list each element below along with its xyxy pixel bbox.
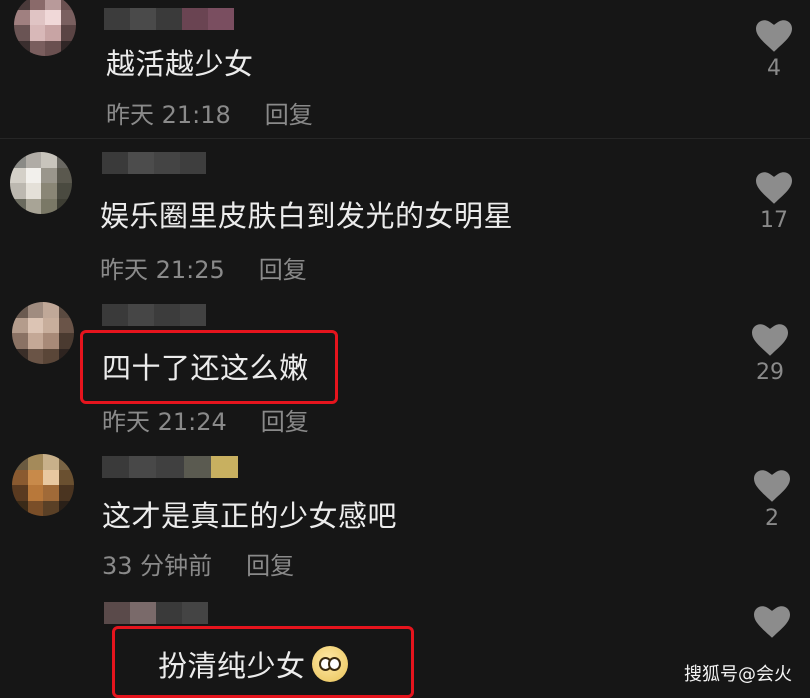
- username-blurred[interactable]: [102, 152, 206, 174]
- heart-icon: [754, 606, 790, 638]
- like-count: 2: [765, 506, 779, 531]
- heart-icon: [756, 172, 792, 204]
- heart-icon: [756, 20, 792, 52]
- watermark: 搜狐号@会火: [684, 664, 792, 685]
- like-button[interactable]: [750, 606, 794, 638]
- comment-meta: 昨天 21:24 回复: [102, 402, 309, 437]
- comment-text-content: 扮清纯少女: [158, 649, 306, 683]
- username-blurred[interactable]: [102, 304, 206, 326]
- comment-text: 扮清纯少女: [158, 646, 348, 684]
- username-blurred[interactable]: [102, 456, 239, 478]
- divider: [0, 138, 810, 139]
- comment-time: 昨天 21:18: [106, 101, 231, 129]
- avatar[interactable]: [12, 302, 74, 364]
- comment-time: 昨天 21:24: [102, 408, 227, 436]
- comment-time: 33 分钟前: [102, 552, 213, 580]
- like-button[interactable]: 2: [750, 470, 794, 531]
- username-blurred[interactable]: [104, 8, 234, 30]
- reply-button[interactable]: 回复: [261, 408, 309, 436]
- avatar[interactable]: [14, 0, 76, 56]
- pleading-face-emoji: [311, 646, 348, 682]
- comment-item: 娱乐圈里皮肤白到发光的女明星 昨天 21:25 回复 17: [0, 140, 810, 290]
- like-count: 29: [756, 360, 784, 385]
- comment-meta: 昨天 21:18 回复: [106, 95, 313, 130]
- avatar[interactable]: [12, 454, 74, 516]
- username-blurred[interactable]: [104, 602, 208, 624]
- reply-button[interactable]: 回复: [246, 552, 294, 580]
- like-button[interactable]: 17: [752, 172, 796, 233]
- like-count: 4: [767, 56, 781, 81]
- heart-icon: [752, 324, 788, 356]
- reply-button[interactable]: 回复: [259, 256, 307, 284]
- heart-icon: [754, 470, 790, 502]
- comment-item: 四十了还这么嫩 昨天 21:24 回复 29: [0, 290, 810, 440]
- like-count: 17: [760, 208, 788, 233]
- like-button[interactable]: 4: [752, 20, 796, 81]
- reply-button[interactable]: 回复: [265, 101, 313, 129]
- comment-item: 越活越少女 昨天 21:18 回复 4: [0, 0, 810, 140]
- comment-text: 这才是真正的少女感吧: [102, 499, 398, 533]
- comment-text: 娱乐圈里皮肤白到发光的女明星: [100, 199, 514, 233]
- comment-meta: 昨天 21:25 回复: [100, 250, 307, 285]
- comment-item: 这才是真正的少女感吧 33 分钟前 回复 2: [0, 440, 810, 590]
- comment-time: 昨天 21:25: [100, 256, 225, 284]
- comment-text: 越活越少女: [106, 47, 254, 81]
- comment-text: 四十了还这么嫩: [102, 351, 309, 385]
- like-button[interactable]: 29: [748, 324, 792, 385]
- comment-meta: 33 分钟前 回复: [102, 546, 294, 581]
- avatar[interactable]: [10, 152, 72, 214]
